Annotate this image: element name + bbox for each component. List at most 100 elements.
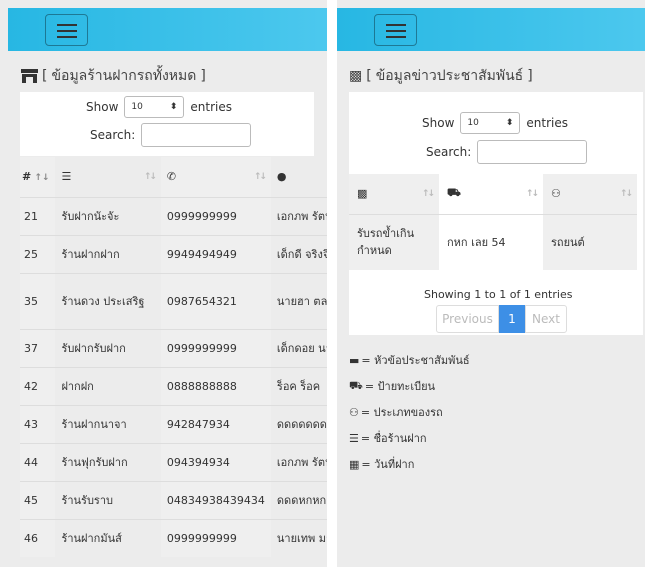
legend-text: = ประเภทของรถ — [360, 406, 443, 419]
store-id-cell: 37 — [20, 329, 56, 367]
store-owner-cell: เด็กดอย นา — [276, 342, 327, 355]
store-phone-cell: 04834938439434 — [160, 481, 271, 519]
store-name-cell: ร้านฝากนาจา — [61, 417, 127, 431]
column-plate-header[interactable]: ⛟ ↑↓ — [439, 174, 543, 214]
title-bracket-open: [ — [366, 68, 372, 84]
store-phone-cell: 9949494949 — [160, 235, 271, 273]
store-name-cell: ร้านฝากมันส์ — [61, 531, 122, 545]
news-table: ▩ ↑↓ ⛟ ↑↓ ⚇ ↑↓ รับรถข้ำเกินกำหนด กหก เลย 54 ร… — [349, 174, 637, 270]
store-id-cell: 21 — [20, 197, 56, 235]
title-bracket-open: [ — [42, 68, 48, 84]
menu-toggle-button[interactable] — [45, 14, 88, 46]
column-store-name-header[interactable]: ☰ ↑↓ — [55, 157, 160, 197]
sort-icon: ↑↓ — [421, 189, 435, 199]
legend-text: = ชื่อร้านฝาก — [360, 432, 427, 445]
table-row: 46 ร้านฝากมันส์ 0999999999 นายเทพ มา — [20, 519, 327, 557]
news-title-text: ข้อมูลข่าวประชาสัมพันธ์ — [375, 68, 524, 84]
car-icon: ⛟ — [447, 186, 461, 200]
navbar — [8, 8, 327, 51]
legend-item: ⛟ = ป้ายทะเบียน — [349, 377, 435, 395]
store-phone-cell: 942847934 — [160, 405, 271, 443]
column-phone-header[interactable]: ✆ ↑↓ — [160, 157, 271, 197]
flag-icon: ☰ — [61, 170, 72, 184]
sort-caret-icon: ⬍ — [169, 102, 178, 112]
store-phone-cell: 0987654321 — [160, 273, 271, 329]
stores-page-length-select[interactable]: 10 ⬍ — [124, 96, 185, 118]
store-id-cell: 46 — [20, 519, 56, 557]
motorcycle-icon: ⚇ — [551, 187, 561, 201]
store-name-cell: ฝากฝก — [61, 379, 94, 393]
sort-icon: ↑↓ — [525, 189, 539, 199]
legend-text: = วันที่ฝาก — [361, 458, 415, 471]
title-bracket-close: ] — [200, 68, 206, 84]
store-id-cell: 25 — [20, 235, 56, 273]
store-phone-cell: 094394934 — [160, 443, 271, 481]
column-topic-header[interactable]: ▩ ↑↓ — [349, 174, 439, 214]
store-phone-cell: 0999999999 — [160, 197, 271, 235]
motorcycle-icon: ⚇ — [349, 405, 359, 419]
table-row: 42 ฝากฝก 0888888888 ร็อค ร็อค — [20, 367, 327, 405]
column-owner-header[interactable]: ● — [271, 157, 327, 197]
column-type-header[interactable]: ⚇ ↑↓ — [543, 174, 637, 214]
legend-item: ▬ = หัวข้อประชาสัมพันธ์ — [349, 351, 470, 369]
sort-icon: ↑↓ — [619, 189, 633, 199]
sort-caret-icon: ⬍ — [505, 118, 514, 128]
store-icon — [21, 69, 38, 83]
store-owner-cell: ดดดหกหก — [276, 494, 327, 507]
flag-icon: ☰ — [349, 431, 359, 445]
legend-item: ⚇ = ประเภทของรถ — [349, 403, 443, 421]
table-row: 21 รับฝากนัะจัะ 0999999999 เอกภพ รัตน — [20, 197, 327, 235]
legend-text: = หัวข้อประชาสัมพันธ์ — [361, 354, 470, 367]
legend-item: ☰ = ชื่อร้านฝาก — [349, 429, 427, 447]
comment-icon: ▬ — [349, 353, 360, 367]
table-row: 45 ร้านรับราบ 04834938439434 ดดดหกหก — [20, 481, 327, 519]
table-row: 43 ร้านฝากนาจา 942847934 ดดดดดดดด — [20, 405, 327, 443]
stores-section-title: [ ข้อมูลร้านฝากรถทั้งหมด ] — [21, 65, 206, 87]
table-row: รับรถข้ำเกินกำหนด กหก เลย 54 รถยนต์ — [349, 214, 637, 270]
store-owner-cell: เอกภพ รัตน — [276, 210, 327, 223]
store-id-cell: 45 — [20, 481, 56, 519]
navbar — [337, 8, 645, 51]
calendar-icon: ▦ — [349, 457, 360, 471]
stores-search: Search: — [90, 123, 252, 147]
stores-table: # ↑↓ ☰ ↑↓ ✆ ↑↓ ● 21 รับฝากนัะจัะ 0999999999 เ… — [20, 157, 327, 557]
stores-length-control: Show 10 ⬍ entries — [86, 96, 232, 118]
store-name-cell: ร้านดวง ประเสริฐ — [61, 294, 145, 308]
sort-icon: ↑↓ — [253, 172, 267, 182]
news-length-control: Show 10 ⬍ entries — [422, 112, 568, 134]
column-id-header[interactable]: # ↑↓ — [20, 157, 56, 197]
stores-search-input[interactable] — [141, 123, 252, 147]
table-row: 25 ร้านฝากฝาก 9949494949 เด็กดี จริงจิง — [20, 235, 327, 273]
store-phone-cell: 0999999999 — [160, 329, 271, 367]
news-type-cell: รถยนต์ — [543, 214, 637, 270]
search-label: Search: — [426, 145, 472, 159]
pagination-next-button[interactable]: Next — [525, 305, 567, 333]
news-search-input[interactable] — [477, 140, 588, 164]
menu-toggle-button[interactable] — [374, 14, 417, 46]
news-plate-cell: กหก เลย 54 — [447, 235, 506, 249]
store-name-cell: รับฝากรับฝาก — [61, 341, 126, 355]
comment-icon: ▩ — [349, 68, 363, 84]
store-id-cell: 43 — [20, 405, 56, 443]
show-label: Show — [86, 100, 119, 114]
store-owner-cell: นายฮา ตลก — [276, 295, 327, 308]
title-bracket-close: ] — [527, 68, 533, 84]
store-phone-cell: 0999999999 — [160, 519, 271, 557]
store-owner-cell: นายเทพ มา — [276, 532, 327, 546]
news-page-length-select[interactable]: 10 ⬍ — [460, 112, 521, 134]
stores-title-text: ข้อมูลร้านฝากรถทั้งหมด — [51, 68, 197, 84]
store-name-cell: รับฝากนัะจัะ — [61, 209, 120, 223]
news-search: Search: — [426, 140, 588, 164]
news-table-info: Showing 1 to 1 of 1 entries — [424, 288, 573, 301]
search-label: Search: — [90, 128, 136, 142]
store-owner-cell: ดดดดดดดด — [276, 418, 327, 431]
entries-label: entries — [190, 100, 232, 114]
store-owner-cell: เด็กดี จริงจิง — [276, 248, 327, 261]
table-row: 37 รับฝากรับฝาก 0999999999 เด็กดอย นา — [20, 329, 327, 367]
comment-icon: ▩ — [357, 187, 368, 201]
store-name-cell: ร้านฟุกรับฝาก — [61, 455, 128, 469]
store-id-cell: 42 — [20, 367, 56, 405]
user-icon: ● — [276, 170, 287, 184]
pagination-previous-button[interactable]: Previous — [436, 305, 499, 333]
pagination-page-1-button[interactable]: 1 — [499, 305, 525, 333]
